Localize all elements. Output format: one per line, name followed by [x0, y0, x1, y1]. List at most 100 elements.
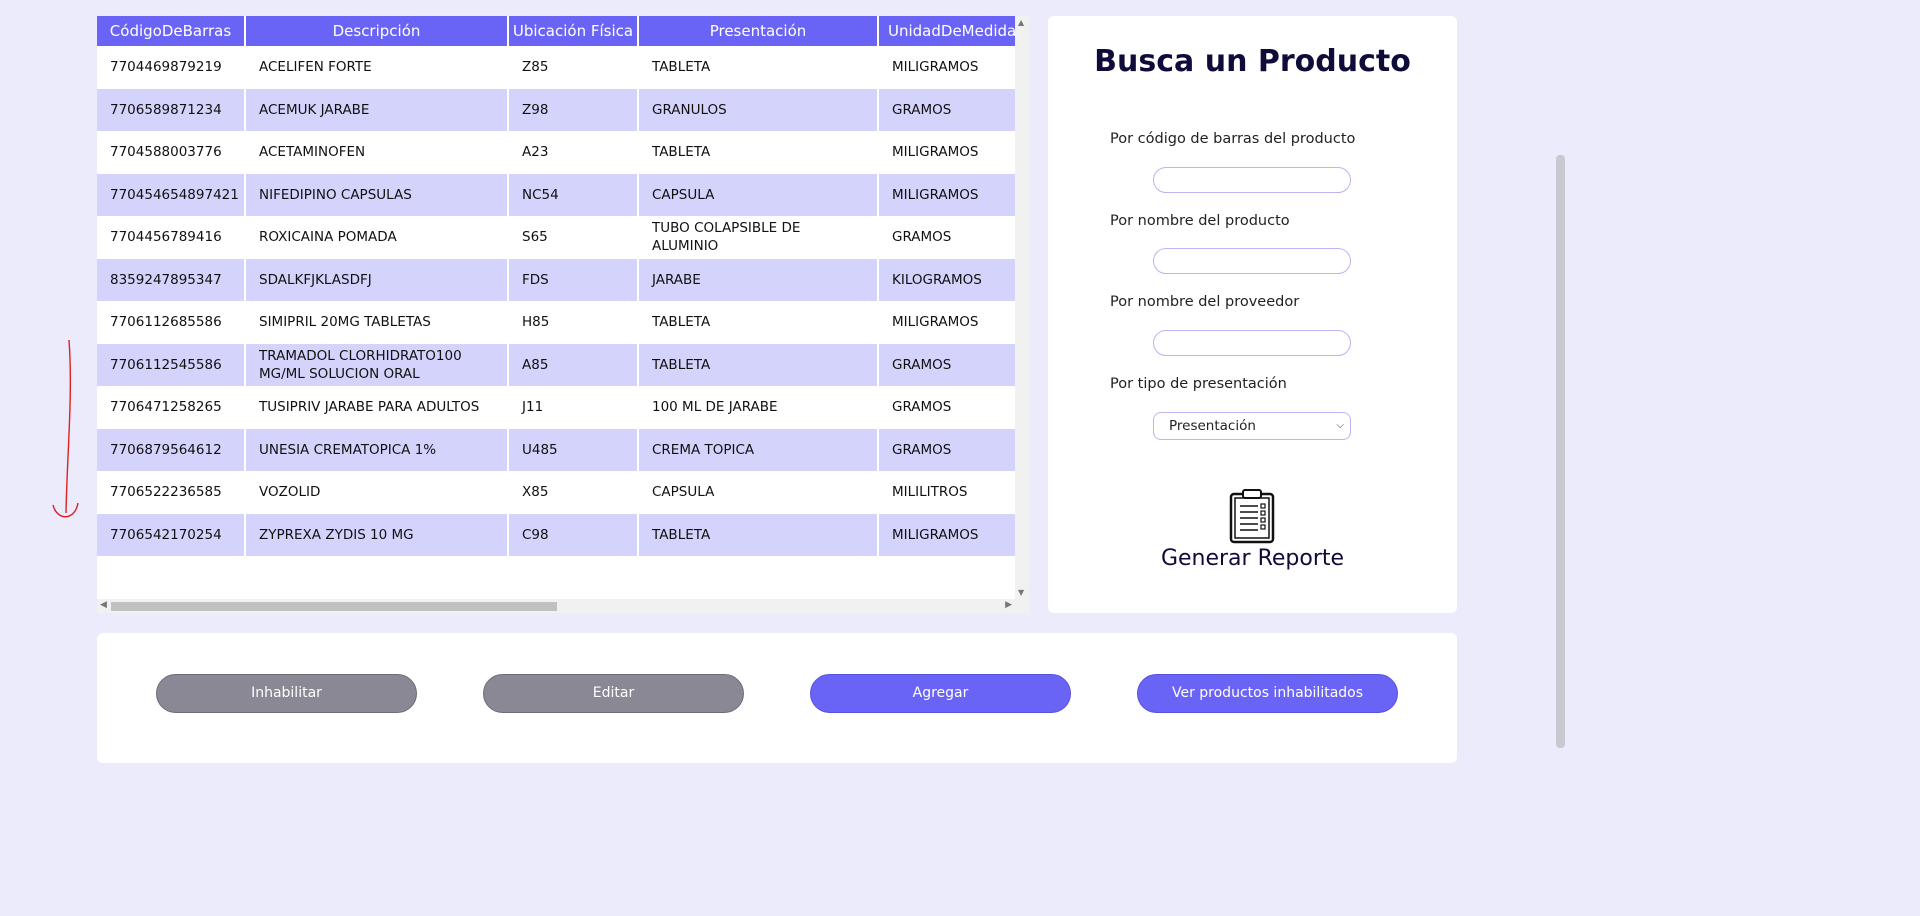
barcode-input[interactable]	[1153, 167, 1351, 193]
cell-description: NIFEDIPINO CAPSULAS	[245, 173, 509, 216]
supplier-name-input[interactable]	[1153, 330, 1351, 356]
cell-description: SIMIPRIL 20MG TABLETAS	[245, 301, 509, 344]
barcode-label: Por código de barras del producto	[1110, 131, 1356, 147]
table-row[interactable]: 7706542170254 ZYPREXA ZYDIS 10 MG C98 TABLE…	[97, 513, 1015, 556]
cell-presentation: 100 ML DE JARABE	[638, 386, 879, 429]
cell-description: ZYPREXA ZYDIS 10 MG	[245, 513, 509, 556]
cell-unit: GRAMOS	[878, 88, 1015, 131]
cell-location: FDS	[508, 258, 639, 301]
view-disabled-products-button[interactable]: Ver productos inhabilitados	[1137, 674, 1398, 713]
cell-presentation: TABLETA	[638, 46, 879, 89]
page-scroll-thumb[interactable]	[1556, 155, 1565, 748]
cell-location: J11	[508, 386, 639, 429]
cell-barcode: 7706522236585	[97, 471, 246, 514]
table-row[interactable]: 7706112545586 TRAMADOL CLORHIDRATO100 MG/…	[97, 343, 1015, 386]
cell-barcode: 7706542170254	[97, 513, 246, 556]
scroll-up-icon[interactable]: ▲	[1018, 18, 1024, 27]
cell-location: Z98	[508, 88, 639, 131]
cell-description: ACEMUK JARABE	[245, 88, 509, 131]
table-row[interactable]: 770454654897421 NIFEDIPINO CAPSULAS NC54 CA…	[97, 173, 1015, 216]
cell-location: A23	[508, 131, 639, 174]
cell-unit: GRAMOS	[878, 216, 1015, 259]
table-row[interactable]: 7706879564612 UNESIA CREMATOPICA 1% U485 CR…	[97, 428, 1015, 471]
scroll-down-icon[interactable]: ▼	[1018, 588, 1024, 597]
generate-report-label[interactable]: Generar Reporte	[1048, 546, 1457, 571]
table-row[interactable]: 7706471258265 TUSIPRIV JARABE PARA ADULTO…	[97, 386, 1015, 429]
supplier-name-label: Por nombre del proveedor	[1110, 294, 1300, 310]
chevron-down-icon: ⌵	[1336, 420, 1344, 431]
cell-location: C98	[508, 513, 639, 556]
table-vertical-scrollbar[interactable]: ▲ ▼	[1015, 16, 1029, 599]
add-button[interactable]: Agregar	[810, 674, 1071, 713]
cell-presentation: GRANULOS	[638, 88, 879, 131]
table-horizontal-scrollbar[interactable]: ◀ ▶	[97, 599, 1015, 613]
scroll-down-annotation-icon	[52, 339, 79, 518]
search-panel: Busca un Producto Por código de barras d…	[1048, 16, 1457, 613]
cell-unit: MILIGRAMOS	[878, 173, 1015, 216]
cell-location: Z85	[508, 46, 639, 89]
edit-button[interactable]: Editar	[483, 674, 744, 713]
cell-description: UNESIA CREMATOPICA 1%	[245, 428, 509, 471]
column-header-barcode[interactable]: CódigoDeBarras	[97, 16, 246, 46]
table-row[interactable]: 8359247895347 SDALKFJKLASDFJ FDS JARABE KILO…	[97, 258, 1015, 301]
cell-unit: GRAMOS	[878, 386, 1015, 429]
cell-description: TUSIPRIV JARABE PARA ADULTOS	[245, 386, 509, 429]
table-row[interactable]: 7706522236585 VOZOLID X85 CAPSULA MILILITROS	[97, 471, 1015, 514]
cell-barcode: 7706589871234	[97, 88, 246, 131]
cell-unit: GRAMOS	[878, 343, 1015, 386]
cell-unit: MILIGRAMOS	[878, 46, 1015, 89]
table-row[interactable]: 7706112685586 SIMIPRIL 20MG TABLETAS H85 TA…	[97, 301, 1015, 344]
cell-barcode: 7704588003776	[97, 131, 246, 174]
cell-unit: MILIGRAMOS	[878, 131, 1015, 174]
cell-unit: GRAMOS	[878, 428, 1015, 471]
cell-description: ROXICAINA POMADA	[245, 216, 509, 259]
presentation-select[interactable]: Presentación ⌵	[1153, 412, 1351, 440]
cell-barcode: 7704469879219	[97, 46, 246, 89]
cell-description: TRAMADOL CLORHIDRATO100 MG/ML SOLUCION O…	[245, 343, 509, 386]
cell-presentation: CREMA TOPICA	[638, 428, 879, 471]
presentation-select-value: Presentación	[1169, 418, 1256, 434]
column-header-description[interactable]: Descripción	[245, 16, 509, 46]
cell-barcode: 7706112685586	[97, 301, 246, 344]
cell-unit: MILIGRAMOS	[878, 513, 1015, 556]
cell-description: VOZOLID	[245, 471, 509, 514]
column-header-presentation[interactable]: Presentación	[638, 16, 879, 46]
table-row[interactable]: 7706589871234 ACEMUK JARABE Z98 GRANULOS GRA…	[97, 88, 1015, 131]
search-title: Busca un Producto	[1094, 44, 1411, 79]
scrollbar-corner	[1015, 599, 1029, 613]
presentation-label: Por tipo de presentación	[1110, 376, 1287, 392]
cell-location: U485	[508, 428, 639, 471]
cell-barcode: 7706112545586	[97, 343, 246, 386]
page-scrollbar[interactable]	[1553, 0, 1568, 748]
scroll-left-icon[interactable]: ◀	[100, 600, 107, 610]
actions-panel: Inhabilitar Editar Agregar Ver productos…	[97, 633, 1457, 763]
cell-presentation: JARABE	[638, 258, 879, 301]
column-header-unit[interactable]: UnidadDeMedida	[878, 16, 1015, 46]
cell-barcode: 7704456789416	[97, 216, 246, 259]
cell-unit: KILOGRAMOS	[878, 258, 1015, 301]
table-row[interactable]: 7704456789416 ROXICAINA POMADA S65 TUBO COL…	[97, 216, 1015, 259]
column-header-location[interactable]: Ubicación Física	[508, 16, 639, 46]
cell-barcode: 770454654897421	[97, 173, 246, 216]
cell-presentation: TABLETA	[638, 301, 879, 344]
table-header-row: CódigoDeBarras Descripción Ubicación Fís…	[97, 16, 1015, 46]
disable-button[interactable]: Inhabilitar	[156, 674, 417, 713]
product-name-input[interactable]	[1153, 248, 1351, 274]
horizontal-scroll-thumb[interactable]	[111, 602, 557, 611]
products-table: CódigoDeBarras Descripción Ubicación Fís…	[97, 16, 1015, 556]
table-row[interactable]: 7704469879219 ACELIFEN FORTE Z85 TABLETA MIL…	[97, 46, 1015, 89]
cell-location: A85	[508, 343, 639, 386]
cell-barcode: 8359247895347	[97, 258, 246, 301]
cell-barcode: 7706471258265	[97, 386, 246, 429]
cell-barcode: 7706879564612	[97, 428, 246, 471]
cell-description: SDALKFJKLASDFJ	[245, 258, 509, 301]
cell-location: NC54	[508, 173, 639, 216]
products-table-panel: CódigoDeBarras Descripción Ubicación Fís…	[97, 16, 1029, 613]
scroll-right-icon[interactable]: ▶	[1005, 600, 1012, 610]
clipboard-report-icon[interactable]	[1228, 488, 1276, 544]
cell-presentation: TABLETA	[638, 343, 879, 386]
table-row[interactable]: 7704588003776 ACETAMINOFEN A23 TABLETA MILIG…	[97, 131, 1015, 174]
cell-location: H85	[508, 301, 639, 344]
cell-presentation: CAPSULA	[638, 173, 879, 216]
products-table-viewport: CódigoDeBarras Descripción Ubicación Fís…	[97, 16, 1015, 599]
